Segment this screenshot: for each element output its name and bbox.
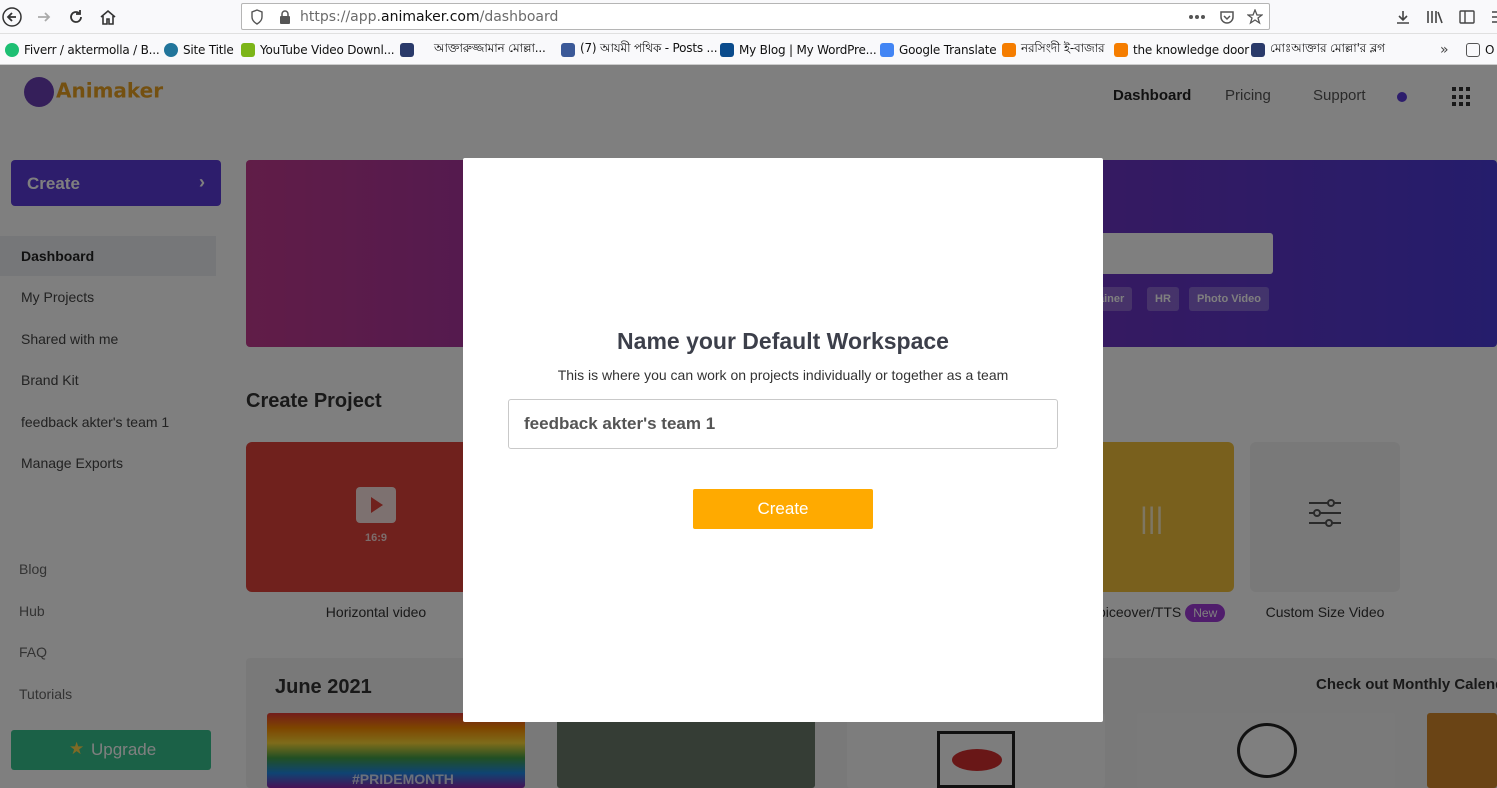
- url-text[interactable]: https://app.animaker.com/dashboard: [300, 9, 558, 25]
- bookmark-item[interactable]: নরসিংদী ই-বাজার: [1002, 41, 1105, 58]
- bookmark-item[interactable]: the knowledge door: [1114, 42, 1249, 58]
- bookmark-item[interactable]: My Blog | My WordPre...: [720, 42, 877, 58]
- bookmark-folder[interactable]: O: [1466, 42, 1494, 58]
- download-icon[interactable]: [1392, 6, 1414, 28]
- bookmark-item[interactable]: [400, 42, 419, 58]
- bookmark-item[interactable]: YouTube Video Downl...: [241, 42, 395, 58]
- browser-toolbar: https://app.animaker.com/dashboard: [0, 0, 1497, 34]
- profile-photo-icon: [1251, 43, 1265, 57]
- bookmark-item[interactable]: Google Translate: [880, 42, 997, 58]
- reload-icon[interactable]: [64, 5, 88, 29]
- bookmark-item[interactable]: Site Title: [164, 42, 234, 58]
- bookmark-star-icon[interactable]: [1246, 8, 1264, 26]
- workspace-modal: Name your Default Workspace This is wher…: [463, 158, 1103, 722]
- bookmark-item[interactable]: Fiverr / aktermolla / B...: [5, 42, 160, 58]
- fiverr-icon: [5, 43, 19, 57]
- create-workspace-button[interactable]: Create: [693, 489, 873, 529]
- workspace-name-input[interactable]: [508, 399, 1058, 449]
- modal-title: Name your Default Workspace: [617, 328, 949, 354]
- bookmark-item[interactable]: (7) আযমী পথিক - Posts ...: [561, 41, 718, 58]
- address-bar[interactable]: https://app.animaker.com/dashboard: [241, 3, 1270, 30]
- download-arrow-icon: [241, 43, 255, 57]
- google-translate-icon: [880, 43, 894, 57]
- profile-photo-icon: [400, 43, 414, 57]
- back-icon[interactable]: [0, 5, 24, 29]
- lock-icon[interactable]: [276, 8, 294, 26]
- menu-icon[interactable]: [1485, 6, 1497, 28]
- facebook-icon: [561, 43, 575, 57]
- pocket-icon[interactable]: [1218, 8, 1236, 26]
- library-icon[interactable]: [1424, 6, 1446, 28]
- blogger-icon: [1114, 43, 1128, 57]
- more-actions-icon[interactable]: [1188, 8, 1206, 26]
- modal-subtitle: This is where you can work on projects i…: [557, 367, 1009, 383]
- folder-icon: [1466, 43, 1480, 57]
- blog-icon: [720, 43, 734, 57]
- wordpress-icon: [164, 43, 178, 57]
- overflow-chevron-icon[interactable]: »: [1440, 42, 1449, 58]
- bookmarks-bar: Fiverr / aktermolla / B... Site Title Yo…: [0, 34, 1497, 65]
- bookmark-item[interactable]: মোঃআক্তার মোল্লা'র ব্লগ: [1251, 41, 1385, 58]
- blogger-icon: [1002, 43, 1016, 57]
- shield-icon[interactable]: [248, 8, 266, 26]
- sidebar-toggle-icon[interactable]: [1456, 6, 1478, 28]
- bookmark-item[interactable]: আক্তারুজ্জামান মোল্লা...: [434, 41, 546, 58]
- forward-icon[interactable]: [32, 5, 56, 29]
- home-icon[interactable]: [96, 5, 120, 29]
